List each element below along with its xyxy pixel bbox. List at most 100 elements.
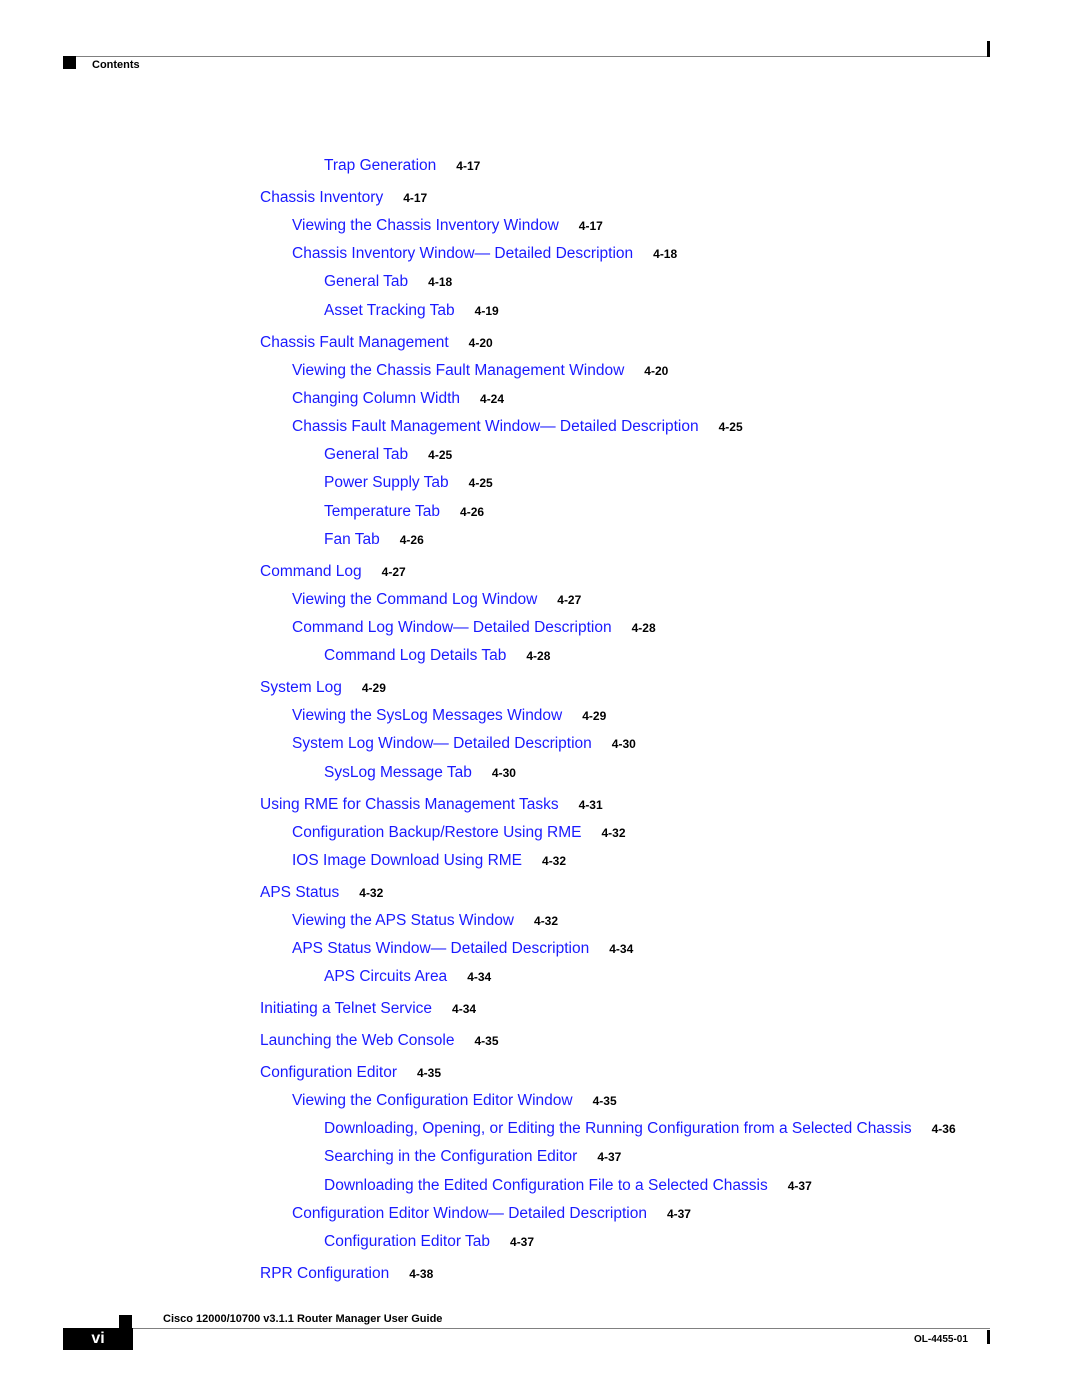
toc-entry-title[interactable]: IOS Image Download Using RME: [292, 852, 522, 869]
toc-entry-page: 4-32: [542, 854, 567, 868]
toc-entry[interactable]: Initiating a Telnet Service 4-34: [260, 1000, 476, 1018]
toc-entry[interactable]: General Tab 4-18: [324, 273, 452, 291]
toc-entry-page: 4-25: [718, 420, 743, 434]
toc-entry-title[interactable]: Configuration Backup/Restore Using RME: [292, 824, 581, 841]
toc-entry-title[interactable]: System Log Window— Detailed Description: [292, 735, 592, 752]
toc-entry-title[interactable]: Trap Generation: [324, 157, 436, 174]
toc-entry-page: 4-37: [597, 1150, 622, 1164]
toc-entry-title[interactable]: Downloading the Edited Configuration Fil…: [324, 1177, 768, 1194]
toc-entry-page: 4-31: [578, 798, 603, 812]
toc-entry-page: 4-17: [456, 159, 481, 173]
toc-entry[interactable]: Trap Generation 4-17: [324, 157, 480, 175]
toc-entry-title[interactable]: Temperature Tab: [324, 503, 440, 520]
toc-entry[interactable]: RPR Configuration 4-38: [260, 1265, 433, 1283]
footer-marker: [119, 1315, 132, 1328]
toc-entry[interactable]: System Log Window— Detailed Description 4…: [292, 735, 636, 753]
toc-entry-title[interactable]: Viewing the SysLog Messages Window: [292, 707, 562, 724]
toc-entry-title[interactable]: Configuration Editor Tab: [324, 1233, 490, 1250]
toc-entry[interactable]: Configuration Editor Window— Detailed De…: [292, 1205, 691, 1223]
toc-entry[interactable]: Viewing the APS Status Window 4-32: [292, 912, 558, 930]
header-tick-mark: [987, 41, 990, 57]
toc-entry-title[interactable]: Viewing the Configuration Editor Window: [292, 1092, 573, 1109]
header-marker: [63, 56, 76, 69]
toc-entry-title[interactable]: Configuration Editor Window— Detailed De…: [292, 1205, 647, 1222]
toc-entry[interactable]: Downloading, Opening, or Editing the Run…: [324, 1120, 956, 1138]
toc-entry-page: 4-35: [474, 1034, 499, 1048]
toc-entry-page: 4-28: [526, 649, 551, 663]
toc-entry[interactable]: APS Status 4-32: [260, 884, 383, 902]
toc-entry-title[interactable]: Chassis Fault Management Window— Detaile…: [292, 418, 699, 435]
toc-entry[interactable]: Fan Tab 4-26: [324, 531, 424, 549]
toc-entry-page: 4-36: [931, 1122, 956, 1136]
toc-entry-title[interactable]: Downloading, Opening, or Editing the Run…: [324, 1120, 912, 1137]
toc-entry-title[interactable]: Viewing the Chassis Fault Management Win…: [292, 362, 624, 379]
toc-entry[interactable]: Configuration Editor Tab 4-37: [324, 1233, 534, 1251]
toc-entry-title[interactable]: Asset Tracking Tab: [324, 302, 455, 319]
toc-entry[interactable]: Configuration Backup/Restore Using RME 4-…: [292, 824, 626, 842]
toc-entry[interactable]: Chassis Fault Management 4-20: [260, 334, 493, 352]
toc-entry-title[interactable]: APS Status: [260, 884, 339, 901]
toc-entry-title[interactable]: Viewing the Chassis Inventory Window: [292, 217, 559, 234]
toc-entry-title[interactable]: System Log: [260, 679, 342, 696]
toc-entry-title[interactable]: Chassis Inventory Window— Detailed Descr…: [292, 245, 633, 262]
toc-entry-page: 4-25: [428, 448, 453, 462]
toc-entry[interactable]: Viewing the Chassis Inventory Window 4-17: [292, 217, 603, 235]
toc-entry-title[interactable]: SysLog Message Tab: [324, 764, 472, 781]
toc-entry-title[interactable]: APS Circuits Area: [324, 968, 447, 985]
toc-entry[interactable]: System Log 4-29: [260, 679, 386, 697]
toc-entry[interactable]: Chassis Fault Management Window— Detaile…: [292, 418, 743, 436]
toc-entry-title[interactable]: RPR Configuration: [260, 1265, 389, 1282]
toc-entry[interactable]: Downloading the Edited Configuration Fil…: [324, 1177, 812, 1195]
toc-entry[interactable]: Searching in the Configuration Editor 4-3…: [324, 1148, 621, 1166]
toc-entry-page: 4-37: [787, 1179, 812, 1193]
toc-entry[interactable]: SysLog Message Tab 4-30: [324, 764, 516, 782]
toc-entry-title[interactable]: Using RME for Chassis Management Tasks: [260, 796, 559, 813]
toc-entry-title[interactable]: Initiating a Telnet Service: [260, 1000, 432, 1017]
toc-entry-title[interactable]: General Tab: [324, 446, 408, 463]
toc-entry-title[interactable]: Command Log Window— Detailed Description: [292, 619, 612, 636]
toc-entry-title[interactable]: Power Supply Tab: [324, 474, 449, 491]
toc-entry-title[interactable]: Fan Tab: [324, 531, 380, 548]
toc-entry-title[interactable]: Command Log: [260, 563, 362, 580]
toc-entry[interactable]: General Tab 4-25: [324, 446, 452, 464]
toc-entry-page: 4-35: [592, 1094, 617, 1108]
toc-entry-title[interactable]: Command Log Details Tab: [324, 647, 506, 664]
toc-entry[interactable]: Temperature Tab 4-26: [324, 503, 484, 521]
toc-entry[interactable]: Viewing the Chassis Fault Management Win…: [292, 362, 668, 380]
toc-entry[interactable]: Command Log Details Tab 4-28: [324, 647, 550, 665]
toc-entry[interactable]: Chassis Inventory 4-17: [260, 189, 427, 207]
toc-entry-page: 4-29: [582, 709, 607, 723]
toc-entry-title[interactable]: Configuration Editor: [260, 1064, 397, 1081]
toc-entry-page: 4-25: [468, 476, 493, 490]
toc-entry[interactable]: Viewing the Command Log Window 4-27: [292, 591, 581, 609]
toc-entry-page: 4-38: [409, 1267, 434, 1281]
toc-entry[interactable]: Chassis Inventory Window— Detailed Descr…: [292, 245, 677, 263]
toc-entry-page: 4-27: [557, 593, 582, 607]
toc-entry[interactable]: APS Status Window— Detailed Description 4…: [292, 940, 633, 958]
toc-entry-title[interactable]: Chassis Fault Management: [260, 334, 449, 351]
toc-entry[interactable]: Using RME for Chassis Management Tasks 4-…: [260, 796, 603, 814]
toc-entry[interactable]: Command Log 4-27: [260, 563, 406, 581]
toc-entry-title[interactable]: APS Status Window— Detailed Description: [292, 940, 589, 957]
toc-entry[interactable]: IOS Image Download Using RME 4-32: [292, 852, 566, 870]
toc-entry-title[interactable]: Searching in the Configuration Editor: [324, 1148, 577, 1165]
toc-entry-page: 4-24: [480, 392, 505, 406]
toc-entry[interactable]: Configuration Editor 4-35: [260, 1064, 441, 1082]
toc-entry-page: 4-37: [666, 1207, 691, 1221]
toc-entry[interactable]: Asset Tracking Tab 4-19: [324, 302, 499, 320]
toc-entry[interactable]: Power Supply Tab 4-25: [324, 474, 493, 492]
toc-entry[interactable]: Command Log Window— Detailed Description…: [292, 619, 656, 637]
toc-entry-title[interactable]: Launching the Web Console: [260, 1032, 454, 1049]
toc-entry-title[interactable]: General Tab: [324, 273, 408, 290]
toc-entry-title[interactable]: Chassis Inventory: [260, 189, 383, 206]
toc-entry-title[interactable]: Changing Column Width: [292, 390, 460, 407]
toc-entry-title[interactable]: Viewing the Command Log Window: [292, 591, 537, 608]
toc-entry[interactable]: APS Circuits Area 4-34: [324, 968, 491, 986]
toc-entry[interactable]: Changing Column Width 4-24: [292, 390, 504, 408]
toc-entry-page: 4-37: [510, 1235, 535, 1249]
toc-entry[interactable]: Viewing the SysLog Messages Window 4-29: [292, 707, 606, 725]
toc-entry-page: 4-34: [467, 970, 492, 984]
toc-entry[interactable]: Viewing the Configuration Editor Window 4…: [292, 1092, 617, 1110]
toc-entry-title[interactable]: Viewing the APS Status Window: [292, 912, 514, 929]
toc-entry[interactable]: Launching the Web Console 4-35: [260, 1032, 499, 1050]
